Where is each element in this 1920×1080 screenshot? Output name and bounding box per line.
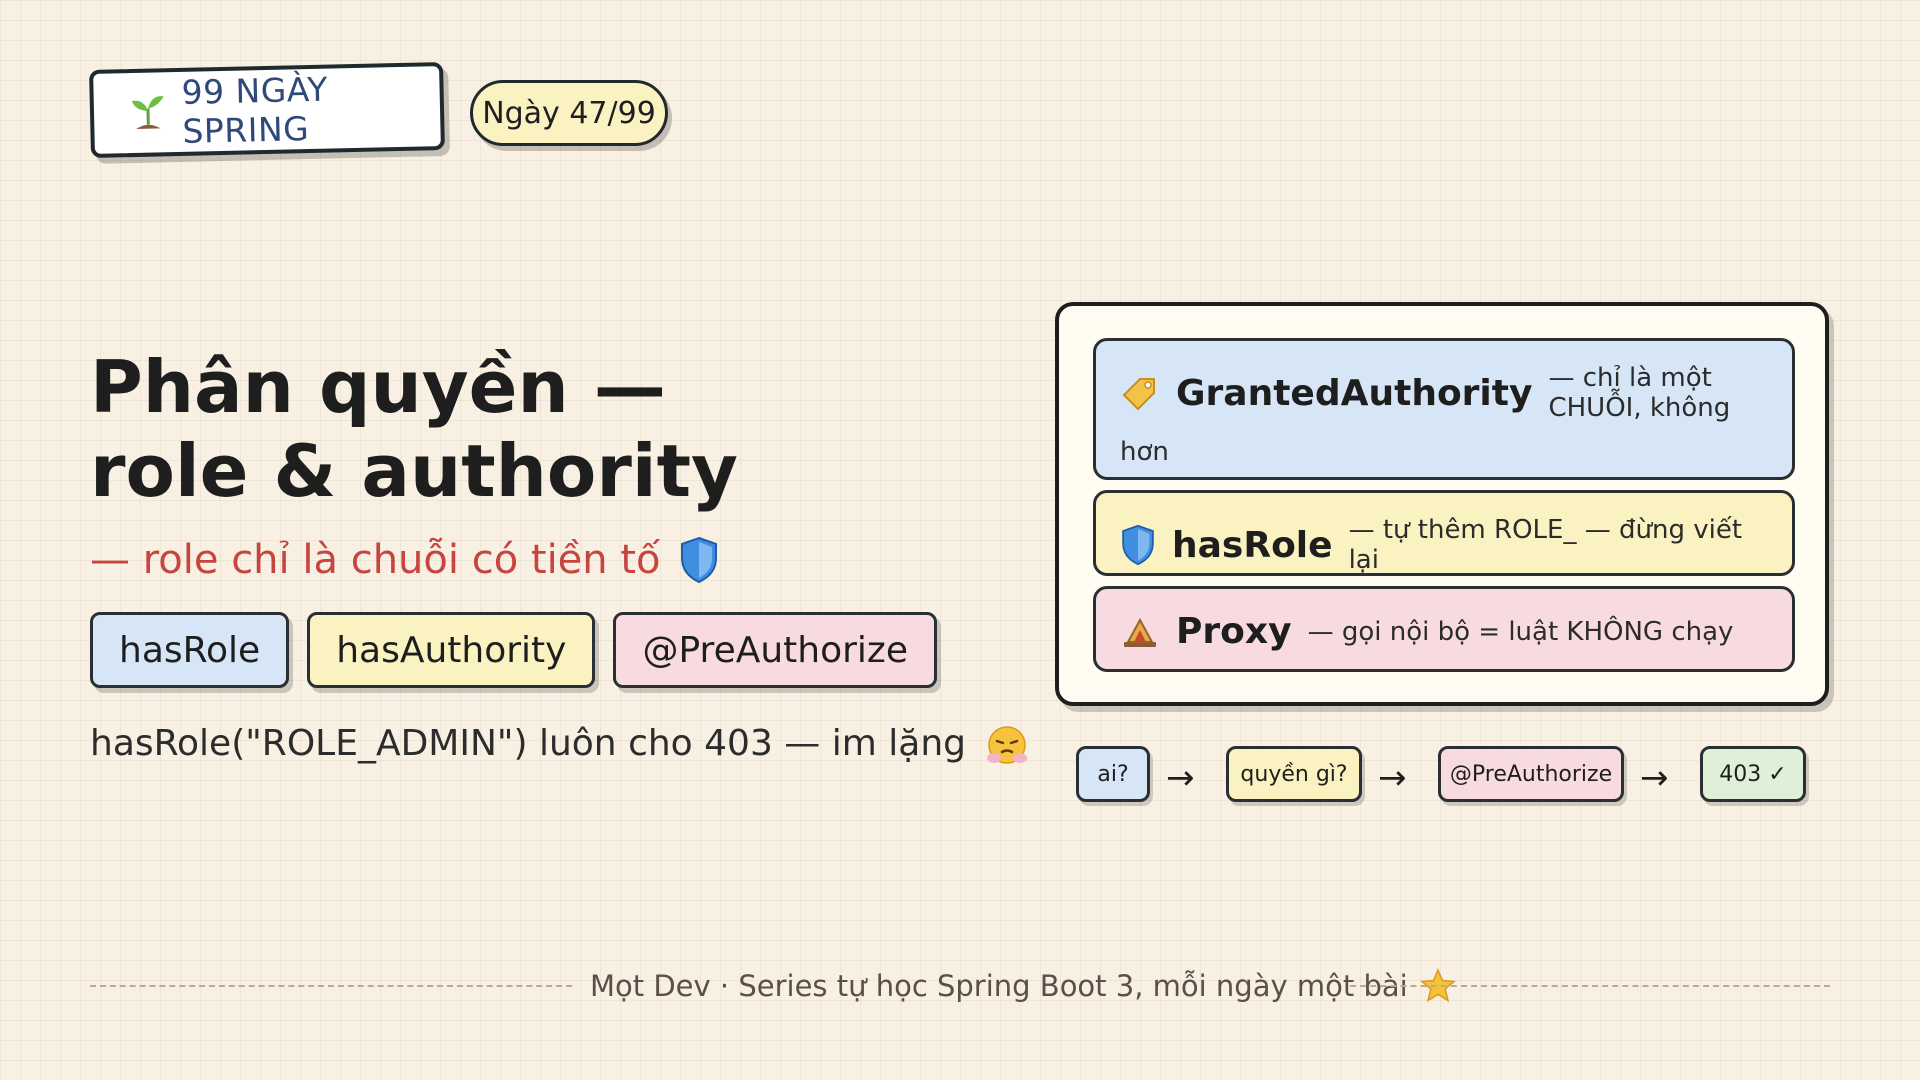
arrow-icon: → — [1378, 758, 1407, 798]
tag-hasrole: hasRole — [90, 612, 290, 688]
concept-card: GrantedAuthority — chỉ là một CHUỖI, khô… — [1055, 302, 1829, 706]
subtitle-text: — role chỉ là chuỗi có tiền tố — [90, 537, 661, 583]
concept-row-proxy: Proxy — gọi nội bộ = luật KHÔNG chạy — [1093, 586, 1795, 672]
concept-description: — chỉ là một CHUỖI, không — [1548, 363, 1731, 423]
subtitle: — role chỉ là chuỗi có tiền tố — [90, 536, 719, 584]
brand-label: 99 NGÀY SPRING — [181, 69, 329, 151]
footer-divider-right — [1350, 985, 1830, 987]
concept-keyword: Proxy — [1176, 611, 1292, 652]
page-title: Phân quyền — role & authority — [90, 345, 738, 513]
brand-badge: 99 NGÀY SPRING — [89, 61, 445, 159]
tag-preauthorize: @PreAuthorize — [613, 612, 937, 688]
shield-icon — [1120, 524, 1156, 566]
tag-icon — [1120, 373, 1160, 413]
note-text: hasRole("ROLE_ADMIN") luôn cho 403 — im … — [90, 722, 966, 764]
arrow-icon: → — [1640, 758, 1669, 798]
title-line-1: Phân quyền — — [90, 345, 666, 429]
tag-list: hasRole hasAuthority @PreAuthorize — [90, 612, 937, 688]
flow-step-result: 403 ✓ — [1700, 746, 1806, 802]
concept-keyword: GrantedAuthority — [1176, 372, 1533, 414]
trap-icon — [1120, 612, 1160, 652]
concept-description: — tự thêm ROLE_ — đừng viết lại — [1348, 515, 1743, 575]
day-counter-badge: Ngày 47/99 — [470, 80, 668, 146]
steaming-face-icon — [984, 720, 1030, 766]
footer-text: Mọt Dev · Series tự học Spring Boot 3, m… — [590, 969, 1408, 1003]
concept-keyword: hasRole — [1172, 524, 1333, 566]
concept-row-grantedauthority: GrantedAuthority — chỉ là một CHUỖI, khô… — [1093, 338, 1795, 480]
tag-hasauthority: hasAuthority — [307, 612, 596, 688]
shield-icon — [679, 536, 719, 584]
concept-description-wrap: hơn — [1120, 437, 1169, 467]
arrow-icon: → — [1166, 758, 1195, 798]
concept-row-hasrole: hasRole — tự thêm ROLE_ — đừng viết lại — [1093, 490, 1795, 576]
note: hasRole("ROLE_ADMIN") luôn cho 403 — im … — [90, 720, 1030, 766]
concept-description: — gọi nội bộ = luật KHÔNG chạy — [1307, 616, 1734, 647]
footer: Mọt Dev · Series tự học Spring Boot 3, m… — [590, 968, 1456, 1004]
sprout-icon — [128, 92, 169, 133]
flow-step-who: ai? — [1076, 746, 1150, 802]
flow-step-what-permission: quyền gì? — [1226, 746, 1362, 802]
title-line-2: role & authority — [90, 429, 738, 513]
flow-step-preauthorize: @PreAuthorize — [1438, 746, 1624, 802]
footer-divider-left — [90, 985, 572, 987]
